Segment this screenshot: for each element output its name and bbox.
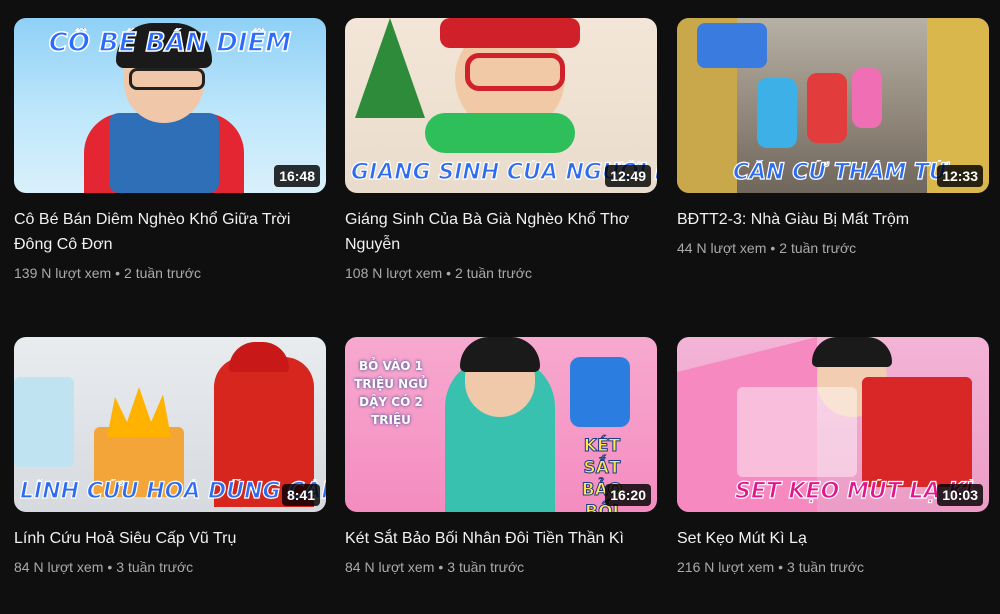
video-meta: 108 N lượt xem • 2 tuần trước	[345, 263, 657, 283]
view-count: 44 N lượt xem	[677, 240, 767, 256]
meta-separator: •	[107, 559, 113, 575]
video-title[interactable]: Cô Bé Bán Diêm Nghèo Khổ Giữa Trời Đông …	[14, 207, 326, 257]
duration-badge: 16:20	[605, 484, 651, 506]
video-title[interactable]: Giáng Sinh Của Bà Già Nghèo Khổ Thơ Nguy…	[345, 207, 657, 257]
upload-age: 3 tuần trước	[116, 559, 194, 575]
thumbnail-caption: LÍNH CỨU HOẢ DŨNG CẢM	[19, 479, 326, 504]
duration-badge: 8:41	[281, 484, 320, 506]
video-title[interactable]: Set Kẹo Mút Kì Lạ	[677, 526, 989, 551]
video-thumbnail[interactable]: SET KẸO MÚT LẠ KÌ 10:03	[677, 337, 989, 512]
meta-separator: •	[446, 265, 452, 281]
duration-badge: 16:48	[274, 165, 320, 187]
video-card[interactable]: SET KẸO MÚT LẠ KÌ 10:03 Set Kẹo Mút Kì L…	[677, 337, 989, 577]
video-meta: 84 N lượt xem • 3 tuần trước	[345, 557, 657, 577]
meta-separator: •	[438, 559, 444, 575]
thumbnail-badge-left: BỎ VÀO 1 TRIỆU NGỦ DẬY CÓ 2 TRIỆU	[354, 359, 428, 427]
duration-badge: 10:03	[937, 484, 983, 506]
video-thumbnail[interactable]: CĂN CỨ THÁM TỬ 12:33	[677, 18, 989, 193]
video-card[interactable]: GIÁNG SINH CỦA NGƯỜI NG 12:49 Giáng Sinh…	[345, 18, 657, 283]
upload-age: 3 tuần trước	[447, 559, 525, 575]
duration-badge: 12:49	[605, 165, 651, 187]
upload-age: 2 tuần trước	[124, 265, 201, 281]
view-count: 216 N lượt xem	[677, 559, 775, 575]
video-meta: 139 N lượt xem • 2 tuần trước	[14, 263, 326, 283]
video-title[interactable]: Két Sắt Bảo Bối Nhân Đôi Tiền Thần Kì	[345, 526, 657, 551]
video-card[interactable]: LÍNH CỨU HOẢ DŨNG CẢM 8:41 Lính Cứu Hoả …	[14, 337, 326, 577]
video-title[interactable]: BĐTT2-3: Nhà Giàu Bị Mất Trộm	[677, 207, 989, 232]
video-card[interactable]: CĂN CỨ THÁM TỬ 12:33 BĐTT2-3: Nhà Giàu B…	[677, 18, 989, 258]
view-count: 84 N lượt xem	[14, 559, 104, 575]
video-title[interactable]: Lính Cứu Hoả Siêu Cấp Vũ Trụ	[14, 526, 326, 551]
meta-separator: •	[778, 559, 784, 575]
view-count: 139 N lượt xem	[14, 265, 112, 281]
upload-age: 2 tuần trước	[455, 265, 532, 281]
view-count: 84 N lượt xem	[345, 559, 435, 575]
video-card[interactable]: CÔ BÉ BÁN DIÊM 16:48 Cô Bé Bán Diêm Nghè…	[14, 18, 326, 283]
thumbnail-caption: CÔ BÉ BÁN DIÊM	[48, 28, 292, 58]
meta-separator: •	[770, 240, 776, 256]
upload-age: 2 tuần trước	[779, 240, 857, 256]
meta-separator: •	[115, 265, 121, 281]
video-thumbnail[interactable]: CÔ BÉ BÁN DIÊM 16:48	[14, 18, 326, 193]
video-thumbnail[interactable]: GIÁNG SINH CỦA NGƯỜI NG 12:49	[345, 18, 657, 193]
video-meta: 44 N lượt xem • 2 tuần trước	[677, 238, 989, 258]
video-grid: CÔ BÉ BÁN DIÊM 16:48 Cô Bé Bán Diêm Nghè…	[0, 0, 1000, 614]
video-thumbnail[interactable]: LÍNH CỨU HOẢ DŨNG CẢM 8:41	[14, 337, 326, 512]
view-count: 108 N lượt xem	[345, 265, 443, 281]
video-meta: 84 N lượt xem • 3 tuần trước	[14, 557, 326, 577]
upload-age: 3 tuần trước	[787, 559, 864, 575]
video-meta: 216 N lượt xem • 3 tuần trước	[677, 557, 989, 577]
video-card[interactable]: BỎ VÀO 1 TRIỆU NGỦ DẬY CÓ 2 TRIỆU KÉT SẮ…	[345, 337, 657, 577]
video-thumbnail[interactable]: BỎ VÀO 1 TRIỆU NGỦ DẬY CÓ 2 TRIỆU KÉT SẮ…	[345, 337, 657, 512]
duration-badge: 12:33	[937, 165, 983, 187]
